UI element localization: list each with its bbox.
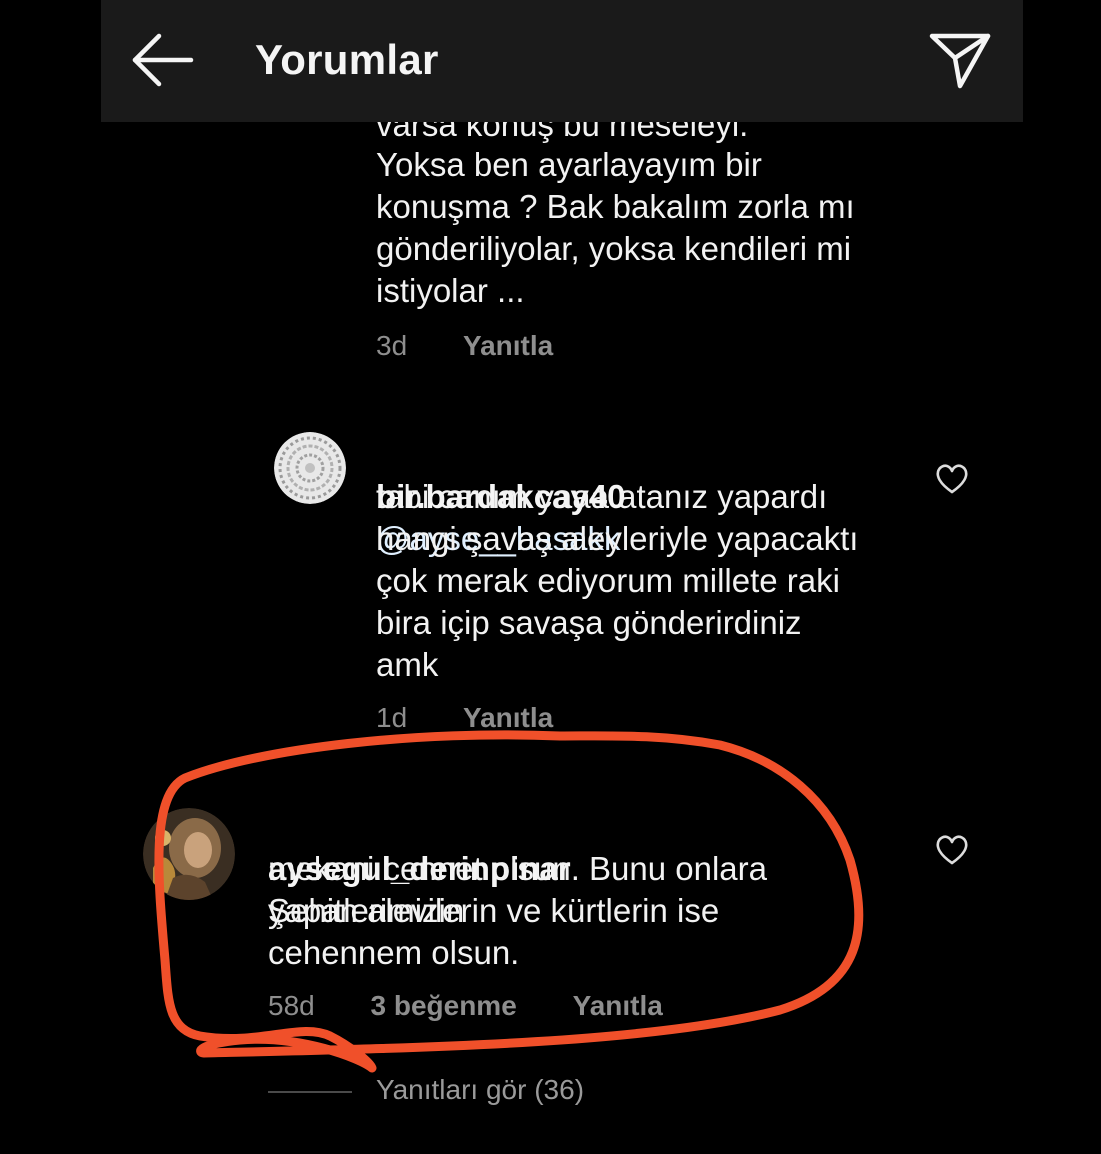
avatar[interactable] <box>274 432 346 504</box>
like-button[interactable] <box>935 463 969 495</box>
likes-count[interactable]: 3 beğenme <box>371 990 517 1021</box>
arrow-left-icon <box>132 33 194 87</box>
reply-button[interactable]: Yanıtla <box>463 702 553 733</box>
reply-button[interactable]: Yanıtla <box>463 330 553 361</box>
comment-text: mekani cennet olsun. Bunu onlara yapan a… <box>268 850 767 971</box>
comment-time: 58d <box>268 990 315 1021</box>
comment-text: Yoksa ben ayarlayayım bir konuşma ? Bak … <box>376 146 855 309</box>
back-button[interactable] <box>129 30 195 90</box>
heart-icon <box>936 464 968 494</box>
paper-plane-icon <box>929 33 991 89</box>
comment-text: tabi canım yaaa atanız yapardı hangi şav… <box>376 478 859 683</box>
avatar[interactable] <box>143 808 235 900</box>
avatar-image <box>143 808 235 900</box>
heart-icon <box>936 835 968 865</box>
comment-time: 1d <box>376 702 408 733</box>
replies-divider <box>268 1090 352 1093</box>
avatar-image <box>274 432 346 504</box>
page-title: Yorumlar <box>255 36 439 83</box>
share-button[interactable] <box>927 28 993 92</box>
reply-button[interactable]: Yanıtla <box>573 990 663 1021</box>
comment-meta: 3d Yanıtla <box>376 330 553 362</box>
view-replies-button[interactable]: Yanıtları gör (36) <box>268 1074 584 1106</box>
view-replies-label: Yanıtları gör (36) <box>376 1074 585 1105</box>
comment-meta: 58d 3 beğenme Yanıtla <box>268 990 663 1022</box>
comment-meta: 1d Yanıtla <box>376 702 553 734</box>
like-button[interactable] <box>935 834 969 866</box>
header-bar: Yorumlar <box>101 0 1023 122</box>
comment-time: 3d <box>376 330 408 361</box>
